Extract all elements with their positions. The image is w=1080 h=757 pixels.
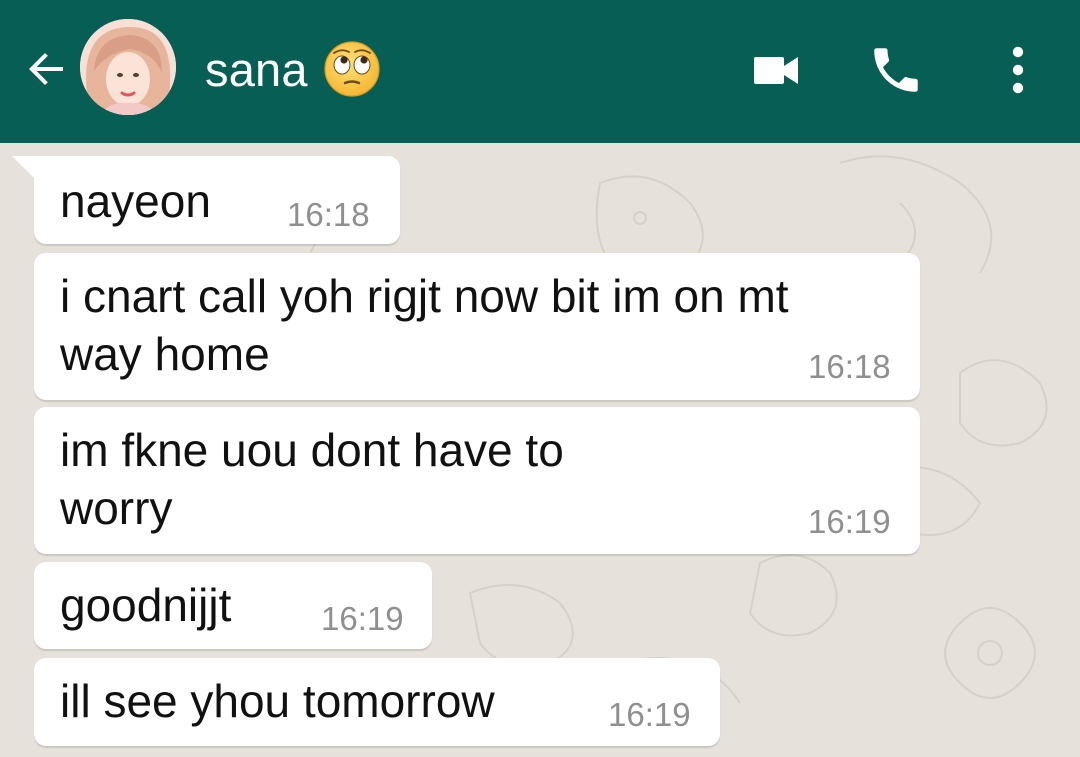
overflow-menu-button[interactable]: [982, 34, 1054, 106]
contact-name: sana: [205, 42, 308, 96]
message-bubble[interactable]: ill see yhou tomorrow 16:19: [34, 658, 720, 746]
message-line: i cnart call yoh rigjt now bit im on mt: [60, 270, 789, 322]
message-bubble[interactable]: nayeon 16:18: [12, 156, 400, 244]
message-bubble[interactable]: im fkne uou dont have to worry 16:19: [34, 407, 920, 554]
message-text: goodnijjt: [60, 579, 232, 631]
more-vert-icon: [1012, 46, 1024, 94]
message-time: 16:18: [287, 196, 370, 233]
back-button[interactable]: [18, 40, 76, 98]
bubble-tail: [12, 156, 34, 178]
message-text: im fkne uou dont have to worry: [60, 421, 900, 537]
face-with-rolling-eyes-icon: [324, 41, 380, 97]
message-text: nayeon: [60, 175, 211, 227]
message-time: 16:19: [808, 503, 891, 540]
message-text: i cnart call yoh rigjt now bit im on mt …: [60, 267, 900, 383]
message-bubble[interactable]: goodnijjt 16:19: [34, 562, 432, 649]
avatar[interactable]: [80, 19, 176, 115]
message-bubble[interactable]: i cnart call yoh rigjt now bit im on mt …: [34, 253, 920, 400]
message-time: 16:18: [808, 348, 891, 385]
phone-icon: [874, 48, 918, 92]
contact-title[interactable]: sana: [205, 36, 382, 102]
avatar-photo: [80, 19, 176, 115]
message-time: 16:19: [608, 696, 691, 733]
voice-call-button[interactable]: [860, 34, 932, 106]
chat-screen: sana nayeon 16:18 i cnart call yoh rigjt…: [0, 0, 1080, 757]
message-text: ill see yhou tomorrow: [60, 675, 495, 727]
message-list[interactable]: nayeon 16:18 i cnart call yoh rigjt now …: [0, 143, 1080, 757]
video-call-button[interactable]: [740, 34, 812, 106]
message-line: im fkne uou dont have to: [60, 424, 564, 476]
arrow-back-icon: [29, 53, 63, 85]
message-line: way home: [60, 328, 270, 380]
message-time: 16:19: [321, 600, 404, 637]
videocam-icon: [754, 57, 798, 84]
message-line: worry: [60, 482, 173, 534]
chat-header: sana: [0, 0, 1080, 143]
